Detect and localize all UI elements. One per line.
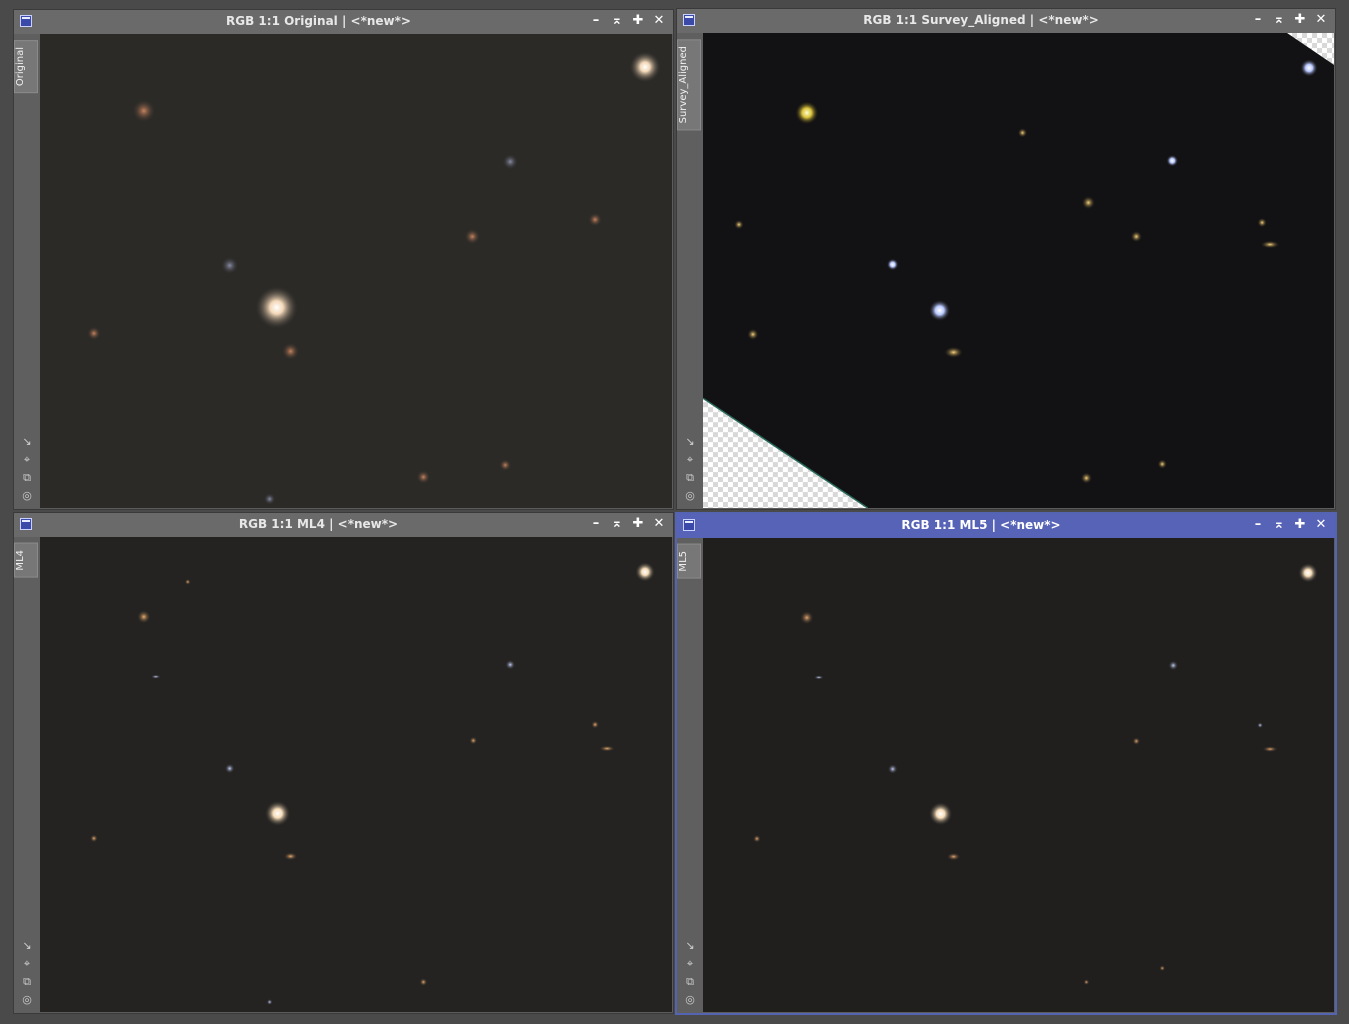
resize-arrow-icon[interactable]: ↘ [22, 435, 31, 449]
image-window-survey-aligned[interactable]: RGB 1:1 Survey_Aligned | <*new*> – ⌅ ✚ ✕… [676, 8, 1336, 510]
window-titlebar[interactable]: RGB 1:1 Survey_Aligned | <*new*> – ⌅ ✚ ✕ [677, 9, 1335, 33]
shade-icon[interactable]: ⌅ [609, 516, 625, 532]
window-titlebar[interactable]: RGB 1:1 ML5 | <*new*> – ⌅ ✚ ✕ [677, 514, 1335, 538]
target-icon[interactable]: ◎ [22, 993, 32, 1007]
image-canvas[interactable] [703, 538, 1334, 1012]
image-canvas[interactable] [40, 34, 672, 508]
shade-icon[interactable]: ⌅ [1271, 12, 1287, 28]
target-icon[interactable]: ◎ [22, 489, 32, 503]
window-menu-icon[interactable] [683, 14, 695, 26]
window-title: RGB 1:1 Survey_Aligned | <*new*> [863, 13, 1099, 27]
window-menu-icon[interactable] [683, 519, 695, 531]
view-sidebar: Original ↘ ⌖ ⧉ ◎ [14, 34, 40, 509]
image-window-ml5[interactable]: RGB 1:1 ML5 | <*new*> – ⌅ ✚ ✕ ML5 ↘ ⌖ ⧉ … [675, 512, 1337, 1015]
close-icon[interactable]: ✕ [1313, 12, 1329, 28]
window-titlebar[interactable]: RGB 1:1 Original | <*new*> – ⌅ ✚ ✕ [14, 10, 673, 34]
window-title: RGB 1:1 ML4 | <*new*> [238, 517, 399, 531]
resize-arrow-icon[interactable]: ↘ [685, 939, 694, 953]
image-canvas[interactable] [703, 33, 1334, 508]
maximize-icon[interactable]: ✚ [1292, 12, 1308, 28]
window-menu-icon[interactable] [20, 15, 32, 27]
view-tab-ml4[interactable]: ML4 [14, 543, 38, 578]
clone-view-icon[interactable]: ⧉ [686, 471, 694, 485]
window-title: RGB 1:1 Original | <*new*> [226, 14, 411, 28]
resize-arrow-icon[interactable]: ↘ [22, 939, 31, 953]
view-sidebar: ML4 ↘ ⌖ ⧉ ◎ [14, 537, 40, 1013]
fit-view-icon[interactable]: ⌖ [24, 957, 30, 971]
target-icon[interactable]: ◎ [685, 489, 695, 503]
close-icon[interactable]: ✕ [1313, 517, 1329, 533]
maximize-icon[interactable]: ✚ [630, 13, 646, 29]
view-tab-original[interactable]: Original [14, 40, 38, 94]
shade-icon[interactable]: ⌅ [609, 13, 625, 29]
maximize-icon[interactable]: ✚ [630, 516, 646, 532]
star-field-image [40, 537, 672, 1012]
fit-view-icon[interactable]: ⌖ [687, 957, 693, 971]
minimize-icon[interactable]: – [1250, 12, 1266, 28]
shade-icon[interactable]: ⌅ [1271, 517, 1287, 533]
image-window-ml4[interactable]: RGB 1:1 ML4 | <*new*> – ⌅ ✚ ✕ ML4 ↘ ⌖ ⧉ … [13, 512, 674, 1014]
view-sidebar: ML5 ↘ ⌖ ⧉ ◎ [677, 538, 703, 1013]
minimize-icon[interactable]: – [588, 516, 604, 532]
maximize-icon[interactable]: ✚ [1292, 517, 1308, 533]
window-menu-icon[interactable] [20, 518, 32, 530]
image-canvas[interactable] [40, 537, 672, 1012]
close-icon[interactable]: ✕ [651, 13, 667, 29]
fit-view-icon[interactable]: ⌖ [687, 453, 693, 467]
clone-view-icon[interactable]: ⧉ [23, 471, 31, 485]
target-icon[interactable]: ◎ [685, 993, 695, 1007]
star-field-image [40, 34, 672, 508]
close-icon[interactable]: ✕ [651, 516, 667, 532]
view-tab-survey-aligned[interactable]: Survey_Aligned [677, 39, 701, 131]
resize-arrow-icon[interactable]: ↘ [685, 435, 694, 449]
view-sidebar: Survey_Aligned ↘ ⌖ ⧉ ◎ [677, 33, 703, 509]
minimize-icon[interactable]: – [1250, 517, 1266, 533]
clone-view-icon[interactable]: ⧉ [23, 975, 31, 989]
window-title: RGB 1:1 ML5 | <*new*> [901, 518, 1061, 532]
clone-view-icon[interactable]: ⧉ [686, 975, 694, 989]
window-titlebar[interactable]: RGB 1:1 ML4 | <*new*> – ⌅ ✚ ✕ [14, 513, 673, 537]
minimize-icon[interactable]: – [588, 13, 604, 29]
fit-view-icon[interactable]: ⌖ [24, 453, 30, 467]
view-tab-ml5[interactable]: ML5 [677, 544, 701, 579]
star-field-image [703, 538, 1334, 1012]
star-field-image [703, 33, 1334, 508]
image-window-original[interactable]: RGB 1:1 Original | <*new*> – ⌅ ✚ ✕ Origi… [13, 9, 674, 510]
